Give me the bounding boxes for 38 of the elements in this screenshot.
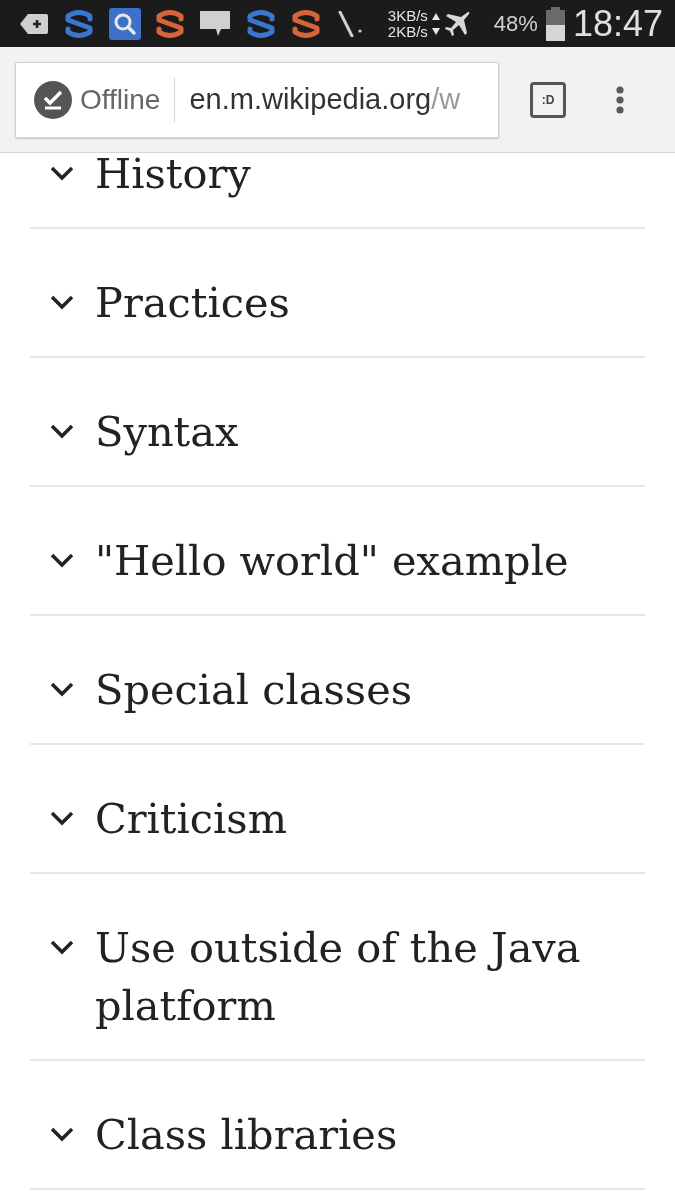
extension-button[interactable]: :D: [530, 81, 566, 118]
menu-icon[interactable]: [616, 85, 624, 114]
address-bar[interactable]: Offline en.m.wikipedia.org/w: [15, 61, 499, 138]
battery-icon: [545, 6, 565, 41]
download-speed: 2KB/s: [387, 23, 428, 40]
chevron-icon: [50, 811, 74, 826]
chevron-icon: [50, 682, 74, 697]
chevron-icon: [50, 295, 74, 310]
airplane-icon: [443, 10, 470, 37]
section-heading[interactable]: Syntax: [30, 358, 645, 487]
s-logo-icon: [154, 8, 186, 39]
section-heading[interactable]: Class libraries: [30, 1061, 645, 1190]
section-heading[interactable]: Criticism: [30, 745, 645, 874]
section-heading[interactable]: Special classes: [30, 616, 645, 745]
section-heading[interactable]: History: [30, 153, 645, 229]
s-logo-icon: [245, 8, 277, 39]
search-icon: [109, 7, 141, 40]
clock-time: 18:47: [572, 5, 663, 42]
section-heading[interactable]: Use outside of the Java platform: [30, 874, 645, 1061]
upload-speed: 3KB/s: [387, 7, 428, 24]
section-heading[interactable]: "Hello world" example: [30, 487, 645, 616]
chevron-icon: [50, 553, 74, 568]
battery-percentage: 48%: [493, 10, 538, 38]
chevron-icon: [50, 424, 74, 439]
chevron-icon: [50, 1127, 74, 1142]
section-heading[interactable]: Practices: [30, 229, 645, 358]
upload-arrow-icon: [431, 12, 440, 20]
download-arrow-icon: [431, 27, 440, 35]
chat-bubble-icon: [200, 10, 230, 37]
offline-label: Offline: [80, 82, 161, 117]
chevron-icon: [50, 940, 74, 955]
offline-check-icon: [34, 80, 72, 119]
url-text: en.m.wikipedia.org/w: [189, 81, 461, 117]
chevron-icon: [50, 166, 74, 181]
slash-dot-icon: [338, 10, 362, 37]
plus-tag-icon: [20, 12, 48, 35]
s-logo-icon: [63, 8, 95, 39]
s-logo-icon: [290, 8, 322, 39]
